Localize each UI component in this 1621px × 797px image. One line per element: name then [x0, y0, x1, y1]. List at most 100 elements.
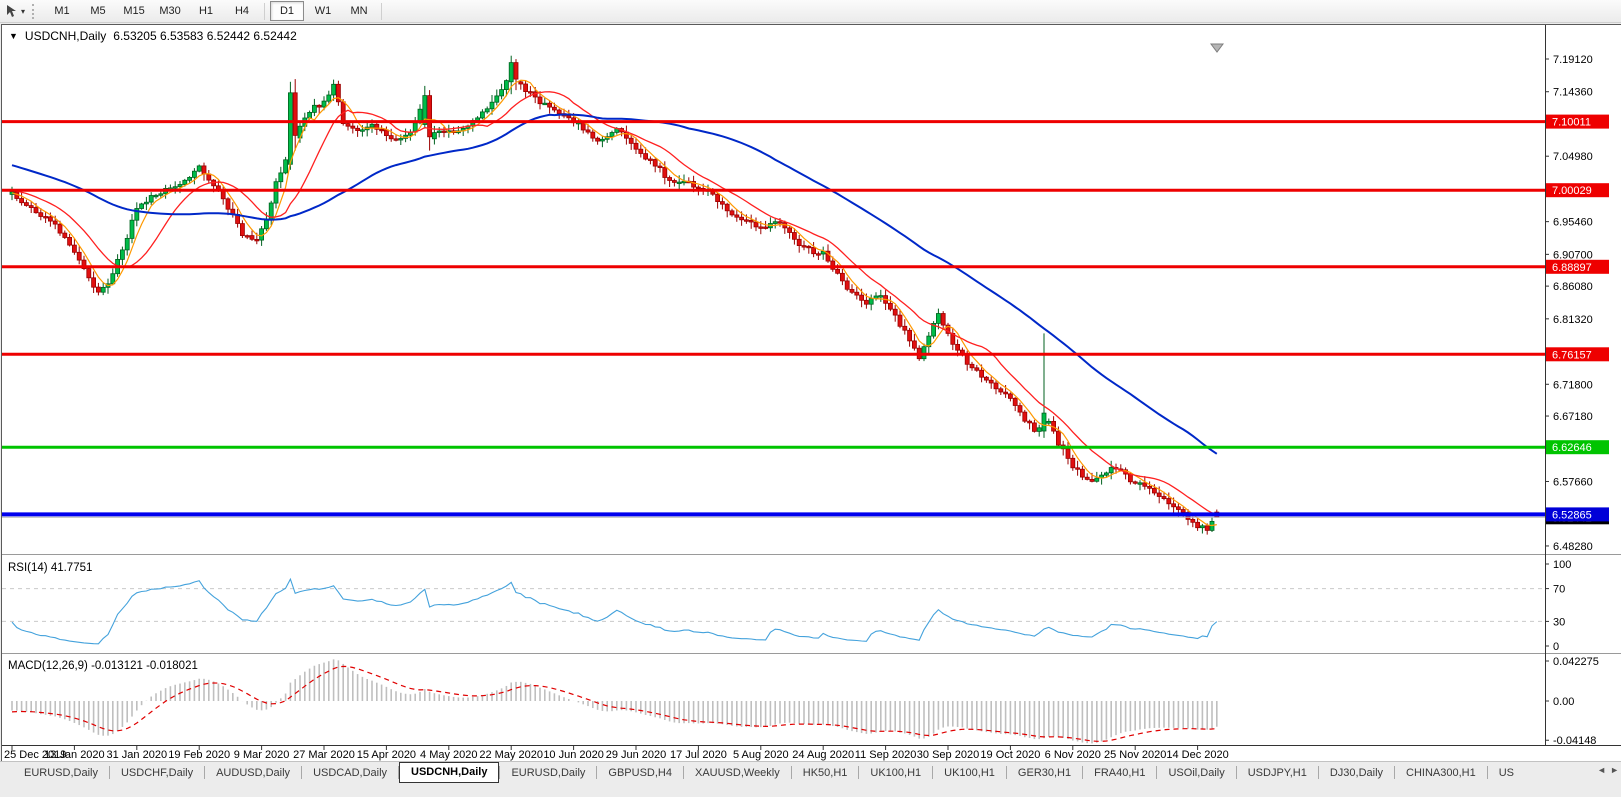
timeframe-toolbar: ▾ M1M5M15M30H1H4 D1W1MN [0, 0, 1621, 23]
price-axis-labels: 7.19120 7.14360 7.04980 6.95460 6.90700 6.860… [1545, 54, 1593, 553]
svg-text:6.76157: 6.76157 [1552, 349, 1592, 361]
svg-text:10 Jun 2020: 10 Jun 2020 [543, 749, 604, 761]
chart-symbol-label: USDCNH,Daily [25, 29, 106, 43]
svg-text:13 Jan 2020: 13 Jan 2020 [44, 749, 105, 761]
chart-tab-china300-h1[interactable]: CHINA300,H1 [1395, 764, 1487, 782]
svg-text:7.00029: 7.00029 [1552, 185, 1592, 197]
chart-tab-usdchf-daily[interactable]: USDCHF,Daily [110, 764, 204, 782]
chart-tabs-bar: EURUSD,DailyUSDCHF,DailyAUDUSD,DailyUSDC… [0, 761, 1621, 783]
macd-label: MACD(12,26,9) -0.013121 -0.018021 [8, 660, 198, 672]
svg-text:25 Nov 2020: 25 Nov 2020 [1104, 749, 1166, 761]
chart-tab-usdcad-daily[interactable]: USDCAD,Daily [302, 764, 398, 782]
svg-text:6.90700: 6.90700 [1553, 249, 1593, 261]
rsi-label: RSI(14) 41.7751 [8, 562, 92, 574]
tab-scroll-right-icon[interactable]: ► [1610, 765, 1619, 775]
svg-text:6.48280: 6.48280 [1553, 541, 1593, 553]
svg-text:0.042275: 0.042275 [1553, 656, 1599, 668]
chart-tab-ger30-h1[interactable]: GER30,H1 [1007, 764, 1082, 782]
timeframe-button-m5[interactable]: M5 [81, 1, 115, 21]
rsi-level-lines [2, 589, 1545, 622]
svg-text:6.71800: 6.71800 [1553, 379, 1593, 391]
timeframe-button-mn[interactable]: MN [342, 1, 376, 21]
svg-text:100: 100 [1553, 559, 1571, 571]
toolbar-separator [381, 3, 382, 20]
svg-text:6.67180: 6.67180 [1553, 411, 1593, 423]
svg-text:19 Oct 2020: 19 Oct 2020 [980, 749, 1040, 761]
horizontal-lines [2, 122, 1545, 518]
chart-tab-hk50-h1[interactable]: HK50,H1 [792, 764, 859, 782]
chart-window: ▼ USDCNH,Daily 6.53205 6.53583 6.52442 6… [1, 24, 1621, 762]
svg-text:6.57660: 6.57660 [1553, 476, 1593, 488]
toolbar-grip[interactable] [32, 4, 37, 19]
timeframe-button-m30[interactable]: M30 [153, 1, 187, 21]
svg-text:17 Jul 2020: 17 Jul 2020 [670, 749, 727, 761]
svg-text:7.10011: 7.10011 [1552, 117, 1591, 129]
moving-average-lines [12, 80, 1217, 525]
chart-tab-usoil-daily[interactable]: USOil,Daily [1157, 764, 1235, 782]
timeframe-button-m15[interactable]: M15 [117, 1, 151, 21]
cursor-tool-button[interactable]: ▾ [3, 2, 27, 21]
svg-text:6.88897: 6.88897 [1552, 262, 1592, 274]
date-axis-labels: 25 Dec 201913 Jan 202031 Jan 202019 Feb … [4, 745, 1229, 761]
svg-text:7.04980: 7.04980 [1553, 151, 1593, 163]
svg-text:5 Aug 2020: 5 Aug 2020 [733, 749, 789, 761]
chart-tab-usdcnh-daily[interactable]: USDCNH,Daily [399, 762, 499, 783]
svg-text:4 May 2020: 4 May 2020 [420, 749, 477, 761]
svg-text:0: 0 [1553, 641, 1559, 653]
svg-text:30 Sep 2020: 30 Sep 2020 [917, 749, 979, 761]
macd-axis-labels: 0.042275 0.00 -0.04148 [1545, 656, 1599, 747]
rsi-axis-labels: 100 70 30 0 [1545, 559, 1571, 653]
chart-tab-fra40-h1[interactable]: FRA40,H1 [1083, 764, 1156, 782]
svg-text:6 Nov 2020: 6 Nov 2020 [1045, 749, 1101, 761]
price-chart[interactable]: 7.19120 7.14360 7.04980 6.95460 6.90700 6.860… [2, 25, 1621, 761]
svg-text:27 Mar 2020: 27 Mar 2020 [293, 749, 355, 761]
chart-tab-usdjpy-h1[interactable]: USDJPY,H1 [1237, 764, 1318, 782]
timeframe-button-d1[interactable]: D1 [270, 1, 304, 21]
chart-tab-uk100-h1[interactable]: UK100,H1 [933, 764, 1006, 782]
chart-shift-marker [1211, 44, 1223, 52]
chart-tab-audusd-daily[interactable]: AUDUSD,Daily [205, 764, 301, 782]
chevron-down-icon[interactable]: ▾ [21, 7, 25, 16]
chart-tab-us[interactable]: US [1488, 764, 1525, 782]
svg-text:6.86080: 6.86080 [1553, 281, 1593, 293]
svg-text:-0.04148: -0.04148 [1553, 735, 1596, 747]
macd-signal-line [12, 666, 1217, 741]
svg-text:14 Dec 2020: 14 Dec 2020 [1166, 749, 1228, 761]
svg-text:9 Mar 2020: 9 Mar 2020 [234, 749, 290, 761]
svg-text:6.62646: 6.62646 [1552, 442, 1592, 454]
svg-text:6.81320: 6.81320 [1553, 314, 1593, 326]
svg-text:7.19120: 7.19120 [1553, 54, 1593, 66]
mt4-terminal: ▾ M1M5M15M30H1H4 D1W1MN ▼ USDCNH,Daily 6.… [0, 0, 1621, 797]
chart-tab-xauusd-weekly[interactable]: XAUUSD,Weekly [684, 764, 791, 782]
chart-tab-eurusd-daily[interactable]: EURUSD,Daily [13, 764, 109, 782]
chart-tab-uk100-h1[interactable]: UK100,H1 [859, 764, 932, 782]
svg-text:29 Jun 2020: 29 Jun 2020 [606, 749, 667, 761]
timeframe-button-m1[interactable]: M1 [45, 1, 79, 21]
chart-title: ▼ USDCNH,Daily 6.53205 6.53583 6.52442 6… [9, 29, 297, 43]
chart-tab-dj30-daily[interactable]: DJ30,Daily [1319, 764, 1394, 782]
svg-text:31 Jan 2020: 31 Jan 2020 [107, 749, 168, 761]
chart-tab-eurusd-daily[interactable]: EURUSD,Daily [500, 764, 596, 782]
timeframe-button-h4[interactable]: H4 [225, 1, 259, 21]
timeframe-button-h1[interactable]: H1 [189, 1, 223, 21]
svg-text:15 Apr 2020: 15 Apr 2020 [357, 749, 416, 761]
svg-text:30: 30 [1553, 616, 1565, 628]
collapse-chart-icon[interactable]: ▼ [9, 31, 18, 41]
chart-tab-gbpusd-h4[interactable]: GBPUSD,H4 [597, 764, 683, 782]
timeframe-button-w1[interactable]: W1 [306, 1, 340, 21]
svg-text:11 Sep 2020: 11 Sep 2020 [855, 749, 917, 761]
svg-text:7.14360: 7.14360 [1553, 87, 1593, 99]
svg-text:0.00: 0.00 [1553, 696, 1574, 708]
toolbar-separator [264, 3, 265, 20]
svg-text:19 Feb 2020: 19 Feb 2020 [168, 749, 230, 761]
tab-scroll-left-icon[interactable]: ◄ [1597, 765, 1606, 775]
tab-scroll-nav: ◄ ► [1597, 765, 1619, 775]
svg-text:70: 70 [1553, 584, 1565, 596]
svg-text:24 Aug 2020: 24 Aug 2020 [792, 749, 854, 761]
chart-cursor-icon [5, 4, 19, 18]
timeframe-buttons: M1M5M15M30H1H4 D1W1MN [44, 1, 386, 21]
svg-text:6.95460: 6.95460 [1553, 217, 1593, 229]
svg-text:22 May 2020: 22 May 2020 [479, 749, 543, 761]
chart-ohlc-values: 6.53205 6.53583 6.52442 6.52442 [113, 29, 297, 43]
svg-text:6.52865: 6.52865 [1552, 509, 1592, 521]
